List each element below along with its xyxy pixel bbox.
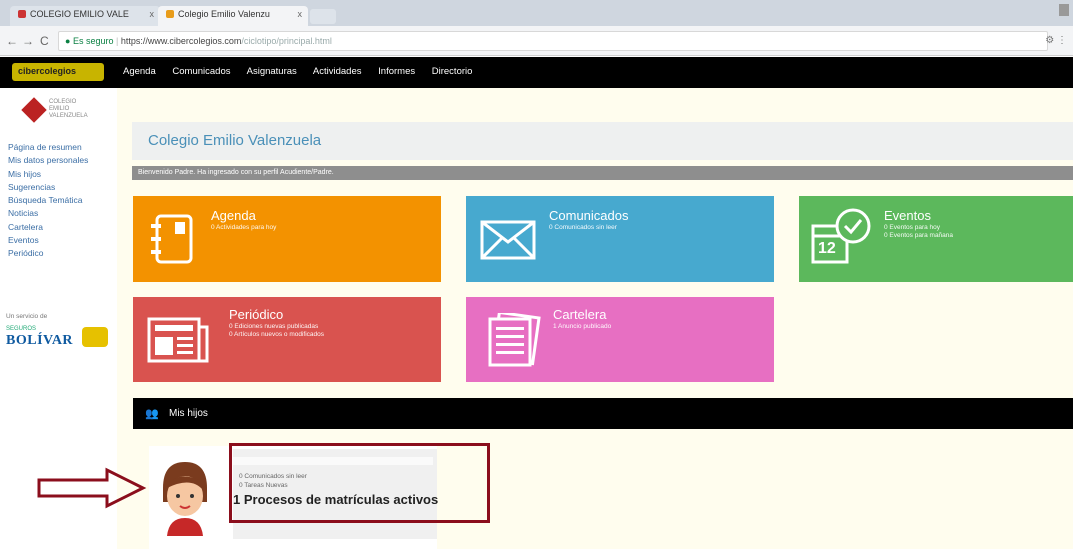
- sidebar-item-resumen[interactable]: Página de resumen: [8, 141, 88, 154]
- notebook-icon: [151, 214, 193, 264]
- documents-icon: [488, 313, 541, 367]
- tile-subline: 0 Actividades para hoy: [211, 224, 277, 231]
- url-host: https://www.cibercolegios.com: [120, 36, 242, 46]
- tile-subline: 0 Artículos nuevos o modificados: [229, 331, 325, 338]
- mis-hijos-label: Mis hijos: [169, 408, 208, 419]
- tile-subline: 0 Comunicados sin leer: [549, 224, 617, 231]
- school-title-bar: Colegio Emilio Valenzuela: [132, 122, 1073, 160]
- tile-subline: 0 Eventos para mañana: [884, 232, 954, 239]
- mis-hijos-header: 👥 Mis hijos: [133, 398, 1073, 429]
- tile-comunicados[interactable]: Comunicados 0 Comunicados sin leer: [466, 196, 774, 282]
- school-crest-icon: [21, 97, 47, 123]
- app-window: COLEGIO EMILIO VALE x Colegio Emilio Val…: [0, 0, 1073, 549]
- sidebar-item-busqueda[interactable]: Búsqueda Temática: [8, 194, 88, 207]
- browser-tab-active[interactable]: Colegio Emilio Valenzu x: [158, 6, 308, 26]
- school-logo: COLEGIO EMILIO VALENZUELA: [21, 95, 95, 129]
- extensions-icon[interactable]: ⚙ ⋮: [1045, 35, 1067, 46]
- url-path: /ciclotipo/principal.html: [241, 36, 332, 46]
- tile-title: Cartelera: [553, 307, 607, 322]
- sponsor-logo-icon: [82, 327, 108, 347]
- forward-button[interactable]: →: [22, 34, 34, 48]
- page-title: Colegio Emilio Valenzuela: [148, 132, 322, 149]
- tab-label: COLEGIO EMILIO VALE: [30, 9, 129, 19]
- sidebar-item-noticias[interactable]: Noticias: [8, 207, 88, 220]
- close-tab-icon[interactable]: x: [150, 9, 155, 19]
- sidebar-item-cartelera[interactable]: Cartelera: [8, 221, 88, 234]
- sponsor-small: SEGUROS: [6, 326, 37, 332]
- tab-favicon-icon: [18, 10, 26, 18]
- main-menu: Agenda Comunicados Asignaturas Actividad…: [123, 66, 486, 77]
- sponsor-label: Un servicio de: [6, 313, 48, 320]
- sponsor-name[interactable]: BOLÍVAR: [6, 333, 73, 349]
- browser-tab-colegio[interactable]: COLEGIO EMILIO VALE x: [10, 6, 160, 26]
- tile-subline: 1 Anuncio publicado: [553, 323, 612, 330]
- sidebar-item-hijos[interactable]: Mis hijos: [8, 168, 88, 181]
- menu-item-asignaturas[interactable]: Asignaturas: [247, 66, 297, 77]
- tile-title: Comunicados: [549, 208, 629, 223]
- menu-item-agenda[interactable]: Agenda: [123, 66, 156, 77]
- lock-icon: ●: [65, 36, 73, 46]
- tile-title: Agenda: [211, 208, 256, 223]
- tile-title: Eventos: [884, 208, 931, 223]
- tab-favicon-icon: [166, 10, 174, 18]
- tile-subline: 0 Ediciones nuevas publicadas: [229, 323, 319, 330]
- menu-item-actividades[interactable]: Actividades: [313, 66, 362, 77]
- secure-label: Es seguro: [72, 36, 114, 46]
- menu-item-directorio[interactable]: Directorio: [432, 66, 473, 77]
- users-icon: 👥: [145, 408, 159, 420]
- sidebar-item-sugerencias[interactable]: Sugerencias: [8, 181, 88, 194]
- tile-agenda[interactable]: Agenda 0 Actividades para hoy: [133, 196, 441, 282]
- menu-item-informes[interactable]: Informes: [378, 66, 415, 77]
- main-content: Colegio Emilio Valenzuela Bienvenido Pad…: [117, 88, 1073, 549]
- url-field[interactable]: ● Es seguro | https://www.cibercolegios.…: [58, 31, 1048, 51]
- tile-cartelera[interactable]: Cartelera 1 Anuncio publicado: [466, 297, 774, 382]
- sidebar-item-datos[interactable]: Mis datos personales: [8, 154, 88, 167]
- sidebar-item-eventos[interactable]: Eventos: [8, 234, 88, 247]
- newspaper-icon: [147, 317, 209, 363]
- tile-title: Periódico: [229, 307, 284, 322]
- tile-periodico[interactable]: Periódico 0 Ediciones nuevas publicadas …: [133, 297, 441, 382]
- child-avatar: [163, 462, 207, 536]
- sidebar-item-periodico[interactable]: Periódico: [8, 247, 88, 260]
- reload-button[interactable]: C: [40, 34, 49, 48]
- annotation-arrow-icon: [37, 467, 147, 509]
- close-tab-icon[interactable]: x: [298, 9, 303, 19]
- tab-label: Colegio Emilio Valenzu: [178, 9, 270, 19]
- calendar-day: 12: [818, 240, 836, 257]
- highlight-box: [229, 443, 490, 523]
- sidebar-links: Página de resumen Mis datos personales M…: [8, 141, 88, 261]
- tile-subline: 0 Eventos para hoy: [884, 224, 941, 231]
- back-button[interactable]: ←: [6, 34, 18, 48]
- browser-tab-bar: COLEGIO EMILIO VALE x Colegio Emilio Val…: [0, 0, 1073, 26]
- menu-item-comunicados[interactable]: Comunicados: [172, 66, 230, 77]
- welcome-bar: Bienvenido Padre. Ha ingresado con su pe…: [132, 166, 1073, 180]
- site-top-nav: cibercolegios Agenda Comunicados Asignat…: [0, 57, 1073, 88]
- tile-eventos[interactable]: 12 Eventos 0 Eventos para hoy 0 Eventos …: [799, 196, 1073, 282]
- school-logo-text: COLEGIO EMILIO VALENZUELA: [49, 99, 88, 119]
- browser-address-bar: ← → C ● Es seguro | https://www.cibercol…: [0, 26, 1073, 56]
- site-logo[interactable]: cibercolegios: [12, 63, 104, 81]
- window-control-icon[interactable]: [1059, 4, 1069, 16]
- new-tab-button[interactable]: [310, 9, 336, 24]
- envelope-icon: [480, 220, 536, 260]
